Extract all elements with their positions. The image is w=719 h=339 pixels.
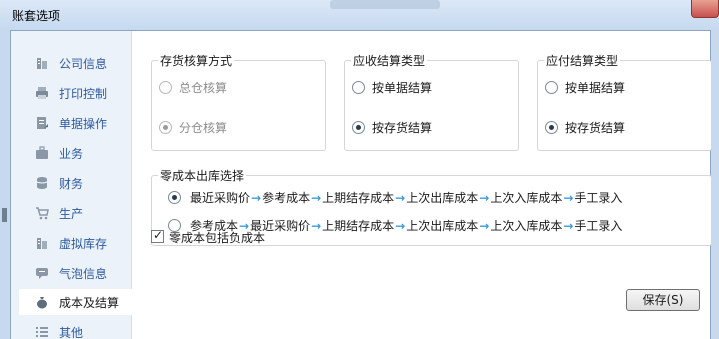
radio-button[interactable]: [168, 191, 181, 204]
sequence-step: 最近采购价: [190, 191, 251, 205]
sequence-step: 上期结存成本: [322, 219, 395, 233]
printer-icon: [36, 87, 48, 99]
building-icon: [37, 58, 47, 69]
sequence-step: 上次出库成本: [406, 191, 479, 205]
sidebar-item-label: 财务: [59, 177, 84, 191]
arrow-right-icon: →: [563, 191, 574, 205]
arrow-right-icon: →: [479, 219, 490, 233]
radio-button[interactable]: [545, 81, 558, 94]
background-window-edge: [0, 30, 10, 339]
radio-option-per-warehouse[interactable]: 分仓核算: [159, 119, 309, 137]
sidebar-item-document-operations[interactable]: 单据操作: [19, 110, 132, 136]
sidebar-item-other[interactable]: 其他: [19, 319, 132, 339]
sidebar-item-label: 单据操作: [59, 117, 108, 131]
radio-button[interactable]: [352, 121, 365, 134]
radio-option-by-document[interactable]: 按单据结算: [545, 79, 695, 97]
payable-type-group: 应付结算类型 按单据结算 按存货结算: [537, 52, 712, 151]
sidebar-item-label: 公司信息: [59, 57, 108, 71]
sidebar-item-label: 业务: [59, 147, 84, 161]
radio-label: 分仓核算: [179, 121, 228, 135]
options-sidebar: 公司信息 打印控制 单据操作 业务 财务 生产 虚拟库存 气泡信息 成本及结算 …: [11, 31, 132, 339]
sequence-step: 上期结存成本: [322, 191, 395, 205]
list-icon: [36, 327, 48, 337]
arrow-right-icon: →: [395, 219, 406, 233]
radio-label: 总仓核算: [179, 81, 228, 95]
radio-button[interactable]: [159, 121, 172, 134]
radio-button[interactable]: [159, 81, 172, 94]
sidebar-item-label: 成本及结算: [59, 296, 120, 310]
radio-button[interactable]: [352, 81, 365, 94]
negative-cost-checkbox[interactable]: [151, 228, 164, 243]
group-legend: 存货核算方式: [158, 52, 235, 69]
window-title: 账套选项: [12, 9, 61, 23]
money-bag-icon: [37, 297, 47, 309]
database-icon: [36, 177, 48, 189]
sidebar-item-label: 打印控制: [59, 87, 108, 101]
negative-cost-label: 零成本包括负成本: [169, 231, 266, 245]
arrow-right-icon: →: [251, 191, 262, 205]
zero-cost-sequence: 最近采购价→参考成本→上期结存成本→上次出库成本→上次入库成本→手工录入: [190, 189, 622, 206]
window-titlebar: 账套选项: [0, 0, 719, 30]
radio-label: 按存货结算: [372, 121, 433, 135]
close-button[interactable]: [691, 0, 719, 18]
blurred-title-region: [330, 0, 440, 9]
sidebar-item-production[interactable]: 生产: [19, 200, 132, 226]
sidebar-item-bubble-info[interactable]: 气泡信息: [19, 260, 132, 286]
sequence-step: 参考成本: [262, 191, 311, 205]
radio-label: 按单据结算: [565, 81, 626, 95]
inventory-method-group: 存货核算方式 总仓核算 分仓核算: [151, 52, 326, 151]
briefcase-icon: [36, 146, 48, 159]
window-right-border: [711, 30, 719, 339]
radio-option-by-inventory[interactable]: 按存货结算: [545, 119, 695, 137]
document-edit-icon: [37, 117, 48, 129]
sidebar-item-company-info[interactable]: 公司信息: [19, 50, 132, 76]
radio-option-by-inventory[interactable]: 按存货结算: [352, 119, 502, 137]
sidebar-item-label: 生产: [59, 207, 84, 221]
zero-cost-option-1[interactable]: 最近采购价→参考成本→上期结存成本→上次出库成本→上次入库成本→手工录入: [168, 189, 688, 207]
group-legend: 应付结算类型: [544, 52, 621, 69]
splitter-grip[interactable]: [2, 208, 7, 222]
radio-label: 按单据结算: [372, 81, 433, 95]
sidebar-item-label: 其他: [59, 326, 84, 339]
arrow-right-icon: →: [395, 191, 406, 205]
radio-button[interactable]: [545, 121, 558, 134]
arrow-right-icon: →: [563, 219, 574, 233]
sidebar-item-label: 气泡信息: [59, 267, 108, 281]
chat-bubble-icon: [36, 268, 48, 279]
sequence-step: 上次入库成本: [490, 219, 563, 233]
sidebar-item-finance[interactable]: 财务: [19, 170, 132, 196]
group-legend: 应收结算类型: [351, 52, 428, 69]
radio-option-by-document[interactable]: 按单据结算: [352, 79, 502, 97]
cart-icon: [36, 207, 49, 220]
sidebar-item-virtual-inventory[interactable]: 虚拟库存: [19, 230, 132, 256]
arrow-right-icon: →: [479, 191, 490, 205]
radio-option-total-warehouse[interactable]: 总仓核算: [159, 79, 309, 97]
building-icon: [37, 238, 47, 249]
sidebar-item-print-control[interactable]: 打印控制: [19, 80, 132, 106]
sequence-step: 上次出库成本: [406, 219, 479, 233]
sequence-step: 手工录入: [574, 191, 623, 205]
sequence-step: 上次入库成本: [490, 191, 563, 205]
arrow-right-icon: →: [311, 191, 322, 205]
sidebar-item-business[interactable]: 业务: [19, 140, 132, 166]
save-button[interactable]: 保存(S): [626, 289, 700, 311]
group-legend: 零成本出库选择: [158, 167, 247, 184]
receivable-type-group: 应收结算类型 按单据结算 按存货结算: [344, 52, 519, 151]
sequence-step: 手工录入: [574, 219, 623, 233]
radio-label: 按存货结算: [565, 121, 626, 135]
sidebar-item-label: 虚拟库存: [59, 237, 108, 251]
arrow-right-icon: →: [311, 219, 322, 233]
sidebar-item-cost-settlement[interactable]: 成本及结算: [19, 289, 132, 315]
